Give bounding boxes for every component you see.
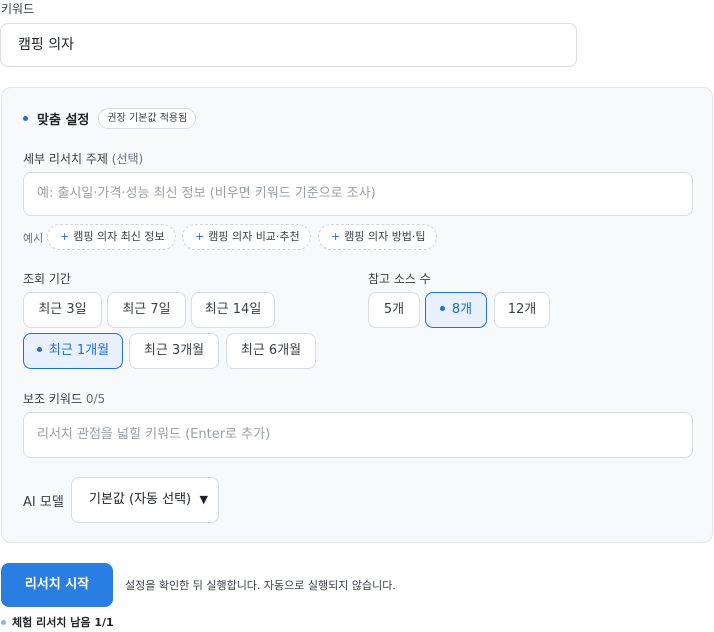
period-option-1m[interactable]: 최근 1개월 (23, 333, 123, 369)
sources-option-5[interactable]: 5개 (368, 292, 420, 328)
example-chip-latest[interactable]: + 캠핑 의자 최신 정보 (47, 224, 176, 250)
plus-icon: + (60, 230, 70, 243)
plus-icon: + (195, 230, 205, 243)
keyword-label: 키워드 (1, 2, 35, 16)
panel-title: 맞춤 설정 (37, 112, 90, 128)
aux-keywords-label: 보조 키워드 0/5 (23, 392, 106, 406)
period-option-3m[interactable]: 최근 3개월 (129, 333, 219, 369)
aux-keywords-input[interactable]: 리서치 관점을 넓힐 키워드 (Enter로 추가) (23, 412, 693, 458)
examples-label: 예시 (23, 232, 44, 245)
start-research-button[interactable]: 리서치 시작 (1, 563, 113, 607)
sources-option-8[interactable]: 8개 (425, 292, 487, 328)
keyword-input[interactable]: 캠핑 의자 (0, 23, 577, 67)
plus-icon: + (331, 230, 341, 243)
subtopic-optional: (선택) (111, 152, 144, 166)
sources-label: 참고 소스 수 (368, 272, 431, 286)
example-chip-compare[interactable]: + 캠핑 의자 비교·추천 (182, 224, 311, 250)
defaults-badge: 권장 기본값 적용됨 (98, 107, 197, 129)
example-chip-tips[interactable]: + 캠핑 의자 방법·팁 (318, 224, 437, 250)
ai-model-label: AI 모델 (23, 495, 64, 510)
run-hint: 설정을 확인한 뒤 실행합니다. 자동으로 실행되지 않습니다. (125, 579, 396, 592)
bullet-dot-icon (23, 115, 28, 121)
subtopic-input[interactable]: 예: 출시일·가격·성능 최신 정보 (비우면 키워드 기준으로 조사) (23, 172, 693, 216)
ai-model-select[interactable]: 기본값 (자동 선택) ▼ (71, 477, 219, 523)
status-dot-icon (1, 619, 6, 625)
period-option-7d[interactable]: 최근 7일 (107, 292, 186, 328)
period-option-6m[interactable]: 최근 6개월 (226, 333, 316, 369)
aux-keywords-count: 0/5 (85, 392, 106, 406)
sources-option-12[interactable]: 12개 (494, 292, 550, 328)
period-label: 조회 기간 (23, 272, 71, 286)
trial-remaining: 체험 리서치 남음 1/1 (1, 614, 114, 630)
panel-header: 맞춤 설정 권장 기본값 적용됨 (23, 107, 197, 129)
chevron-down-icon: ▼ (199, 493, 208, 506)
custom-settings-panel: 맞춤 설정 권장 기본값 적용됨 세부 리서치 주제 (선택) 예: 출시일·가… (1, 87, 713, 543)
period-option-14d[interactable]: 최근 14일 (191, 292, 275, 328)
period-option-3d[interactable]: 최근 3일 (23, 292, 102, 328)
subtopic-label: 세부 리서치 주제 (선택) (23, 152, 144, 166)
selected-dot-icon (36, 347, 42, 352)
selected-dot-icon (439, 306, 445, 311)
